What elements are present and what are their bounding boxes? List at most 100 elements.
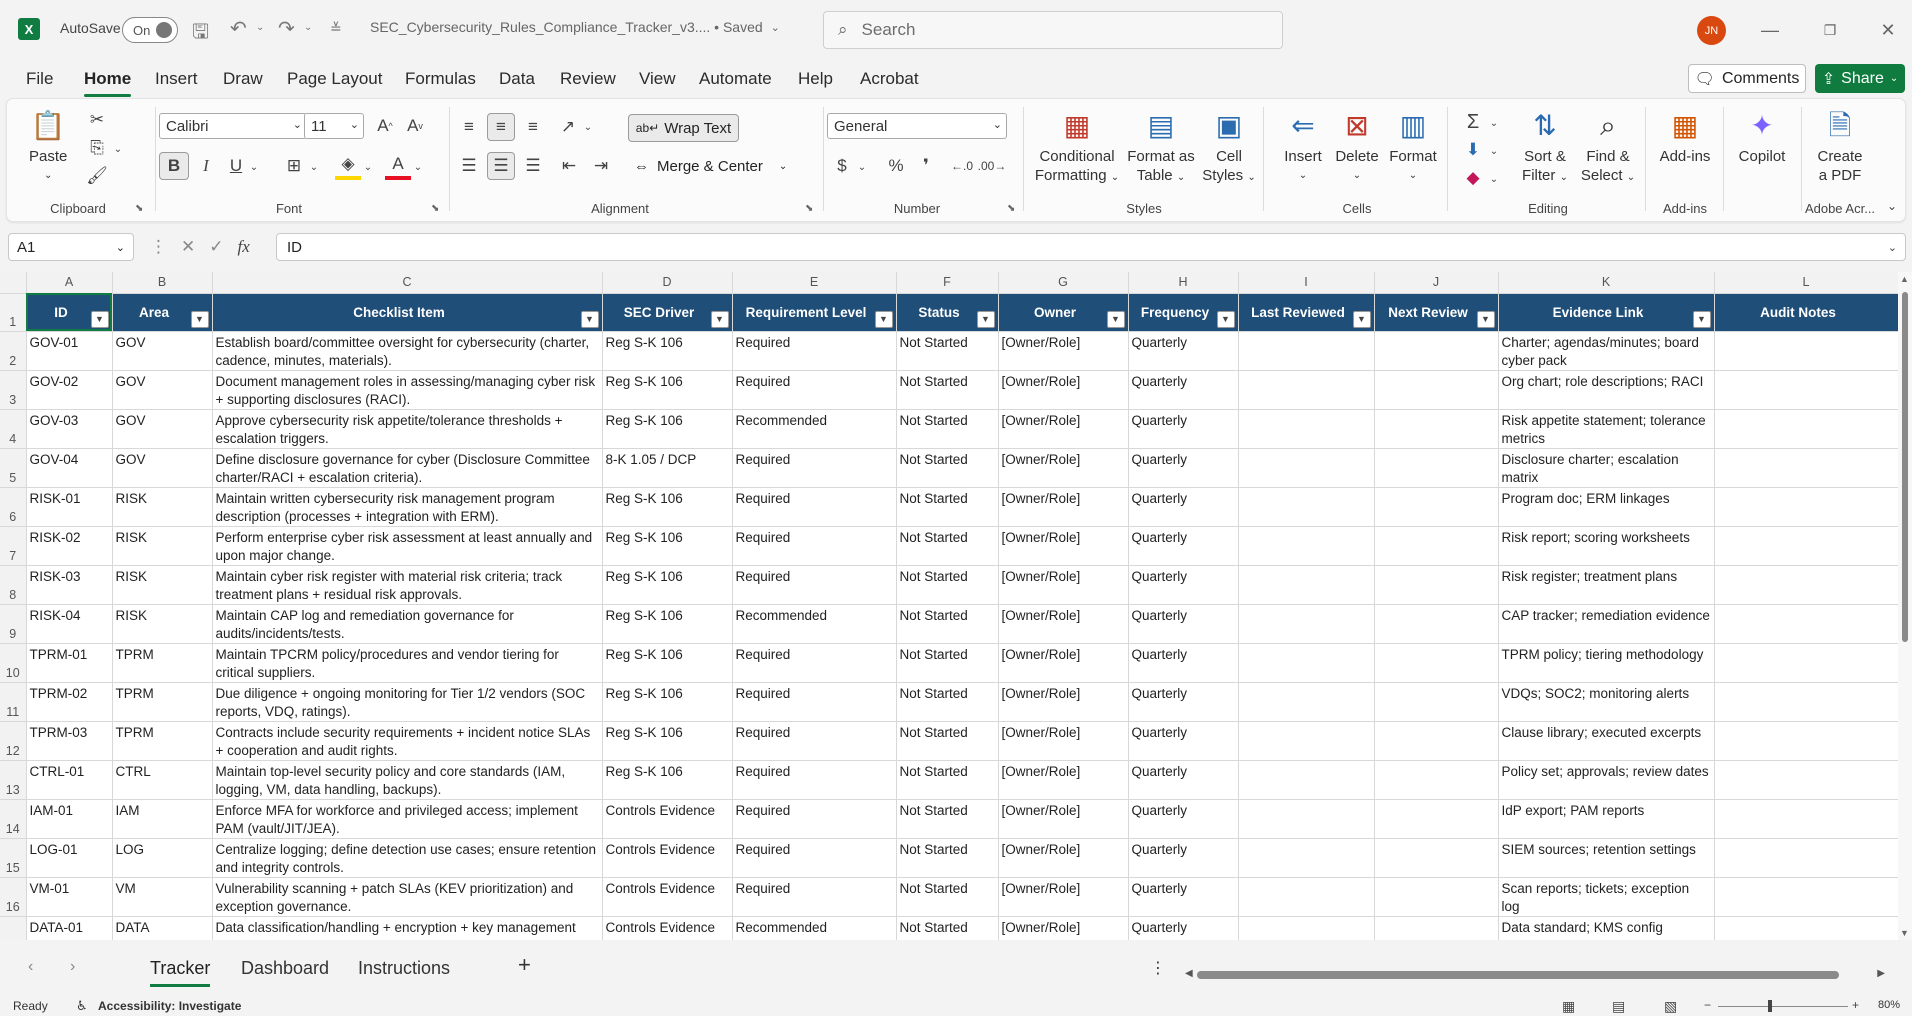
cell[interactable]: Approve cybersecurity risk appetite/tole… bbox=[212, 409, 603, 449]
cell[interactable]: VM-01 bbox=[26, 877, 113, 917]
autosum-icon[interactable]: Σ bbox=[1459, 109, 1487, 135]
cell[interactable]: Not Started bbox=[896, 682, 999, 722]
collapse-ribbon-icon[interactable]: ⌄ bbox=[1883, 197, 1901, 215]
header-cell[interactable]: SEC Driver ▼ bbox=[602, 293, 733, 332]
cell[interactable]: Not Started bbox=[896, 721, 999, 761]
cell[interactable]: Policy set; approvals; review dates bbox=[1498, 760, 1715, 800]
next-sheet-icon[interactable]: › bbox=[70, 958, 75, 976]
column-letter-g[interactable]: G bbox=[998, 272, 1129, 294]
cell[interactable] bbox=[1238, 760, 1375, 800]
header-cell[interactable]: Requirement Level ▼ bbox=[732, 293, 897, 332]
header-cell[interactable]: Frequency ▼ bbox=[1128, 293, 1239, 332]
clear-icon[interactable]: ◆ bbox=[1459, 165, 1487, 191]
vertical-scrollbar[interactable]: ▲ ▼ bbox=[1898, 272, 1912, 940]
header-cell[interactable]: Status ▼ bbox=[896, 293, 999, 332]
zoom-level[interactable]: 80% bbox=[1878, 999, 1900, 1011]
cell[interactable]: Document management roles in assessing/m… bbox=[212, 370, 603, 410]
column-letter-a[interactable]: A bbox=[26, 272, 113, 294]
scroll-right-icon[interactable]: ▶ bbox=[1877, 968, 1885, 979]
cell[interactable]: VM bbox=[112, 877, 213, 917]
currency-icon[interactable]: $ bbox=[829, 152, 855, 180]
format-as-table-button[interactable]: ▤ Format as Table ⌄ bbox=[1123, 107, 1199, 187]
cell[interactable]: GOV bbox=[112, 409, 213, 449]
cell[interactable]: Required bbox=[732, 487, 897, 527]
sheet-tab-instructions[interactable]: Instructions bbox=[358, 958, 450, 979]
cell[interactable]: [Owner/Role] bbox=[998, 916, 1129, 940]
column-letter-h[interactable]: H bbox=[1128, 272, 1239, 294]
cell[interactable] bbox=[1714, 877, 1899, 917]
cell[interactable]: Not Started bbox=[896, 370, 999, 410]
column-letter-j[interactable]: J bbox=[1374, 272, 1499, 294]
cell[interactable] bbox=[1714, 526, 1899, 566]
cell[interactable]: Reg S-K 106 bbox=[602, 721, 733, 761]
column-letter-k[interactable]: K bbox=[1498, 272, 1715, 294]
cell[interactable]: Disclosure charter; escalation matrix bbox=[1498, 448, 1715, 488]
comments-button[interactable]: 🗨 Comments bbox=[1688, 64, 1806, 93]
cell[interactable]: Quarterly bbox=[1128, 916, 1239, 940]
cell[interactable] bbox=[1238, 487, 1375, 527]
normal-view-icon[interactable]: ▦ bbox=[1562, 998, 1575, 1015]
cell[interactable]: DATA bbox=[112, 916, 213, 940]
cell[interactable]: [Owner/Role] bbox=[998, 487, 1129, 527]
cell[interactable]: Reg S-K 106 bbox=[602, 331, 733, 371]
cell[interactable]: Contracts include security requirements … bbox=[212, 721, 603, 761]
cell[interactable]: GOV bbox=[112, 370, 213, 410]
row-number[interactable]: 15 bbox=[0, 838, 27, 878]
cell[interactable]: Quarterly bbox=[1128, 526, 1239, 566]
decrease-indent-icon[interactable]: ⇤ bbox=[555, 152, 583, 180]
decrease-decimal-icon[interactable]: .00→ bbox=[978, 152, 1007, 180]
zoom-out-icon[interactable]: − bbox=[1704, 998, 1711, 1012]
cell[interactable]: [Owner/Role] bbox=[998, 760, 1129, 800]
cell[interactable]: Charter; agendas/minutes; board cyber pa… bbox=[1498, 331, 1715, 371]
copy-icon[interactable]: ⎘ bbox=[83, 135, 111, 161]
cell[interactable] bbox=[1238, 565, 1375, 605]
filter-dropdown-icon[interactable]: ▼ bbox=[1106, 310, 1125, 328]
cell[interactable] bbox=[1714, 448, 1899, 488]
cell[interactable]: Required bbox=[732, 682, 897, 722]
cell[interactable]: Define disclosure governance for cyber (… bbox=[212, 448, 603, 488]
cell[interactable] bbox=[1374, 448, 1499, 488]
cell[interactable]: [Owner/Role] bbox=[998, 565, 1129, 605]
cell[interactable] bbox=[1238, 409, 1375, 449]
close-icon[interactable]: ✕ bbox=[1873, 16, 1903, 44]
cell[interactable]: CAP tracker; remediation evidence bbox=[1498, 604, 1715, 644]
cell-styles-button[interactable]: ▣ Cell Styles ⌄ bbox=[1197, 107, 1261, 187]
cell[interactable]: Quarterly bbox=[1128, 604, 1239, 644]
cell[interactable] bbox=[1714, 604, 1899, 644]
cell[interactable]: Quarterly bbox=[1128, 799, 1239, 839]
add-sheet-icon[interactable]: + bbox=[518, 952, 531, 978]
header-cell[interactable]: Evidence Link ▼ bbox=[1498, 293, 1715, 332]
cell[interactable]: GOV bbox=[112, 448, 213, 488]
chevron-down-icon[interactable]: ⌄ bbox=[1487, 169, 1501, 189]
insert-cells-button[interactable]: ⇐ Insert ⌄ bbox=[1275, 107, 1331, 185]
row-number[interactable]: 13 bbox=[0, 760, 27, 800]
cell[interactable]: Enforce MFA for workforce and privileged… bbox=[212, 799, 603, 839]
align-middle-icon[interactable]: ≡ bbox=[487, 113, 515, 141]
menu-tab-review[interactable]: Review bbox=[560, 69, 616, 89]
cut-icon[interactable]: ✂ bbox=[83, 107, 111, 133]
align-right-icon[interactable]: ☰ bbox=[519, 152, 547, 180]
menu-tab-file[interactable]: File bbox=[26, 69, 53, 89]
cell[interactable]: Not Started bbox=[896, 643, 999, 683]
cell[interactable]: TPRM bbox=[112, 682, 213, 722]
cell[interactable]: Quarterly bbox=[1128, 643, 1239, 683]
restore-icon[interactable]: ❐ bbox=[1815, 16, 1845, 44]
page-break-view-icon[interactable]: ▧ bbox=[1664, 998, 1677, 1015]
sort-filter-button[interactable]: ⇅ Sort & Filter ⌄ bbox=[1515, 107, 1575, 187]
menu-tab-draw[interactable]: Draw bbox=[223, 69, 263, 89]
more-options-icon[interactable]: ⋮ bbox=[150, 237, 167, 257]
cell[interactable] bbox=[1714, 409, 1899, 449]
cell[interactable]: [Owner/Role] bbox=[998, 643, 1129, 683]
number-format-select[interactable]: General ⌄ bbox=[827, 113, 1007, 139]
cell[interactable]: LOG bbox=[112, 838, 213, 878]
cell[interactable] bbox=[1374, 877, 1499, 917]
cell[interactable]: [Owner/Role] bbox=[998, 331, 1129, 371]
zoom-in-icon[interactable]: + bbox=[1852, 998, 1859, 1012]
scroll-down-icon[interactable]: ▼ bbox=[1900, 928, 1909, 938]
cell[interactable]: Maintain CAP log and remediation governa… bbox=[212, 604, 603, 644]
dialog-launcher-icon[interactable]: ⬊ bbox=[1007, 203, 1015, 214]
cell[interactable]: [Owner/Role] bbox=[998, 526, 1129, 566]
minimize-icon[interactable]: — bbox=[1755, 16, 1785, 44]
cell[interactable] bbox=[1714, 838, 1899, 878]
cell[interactable] bbox=[1714, 487, 1899, 527]
